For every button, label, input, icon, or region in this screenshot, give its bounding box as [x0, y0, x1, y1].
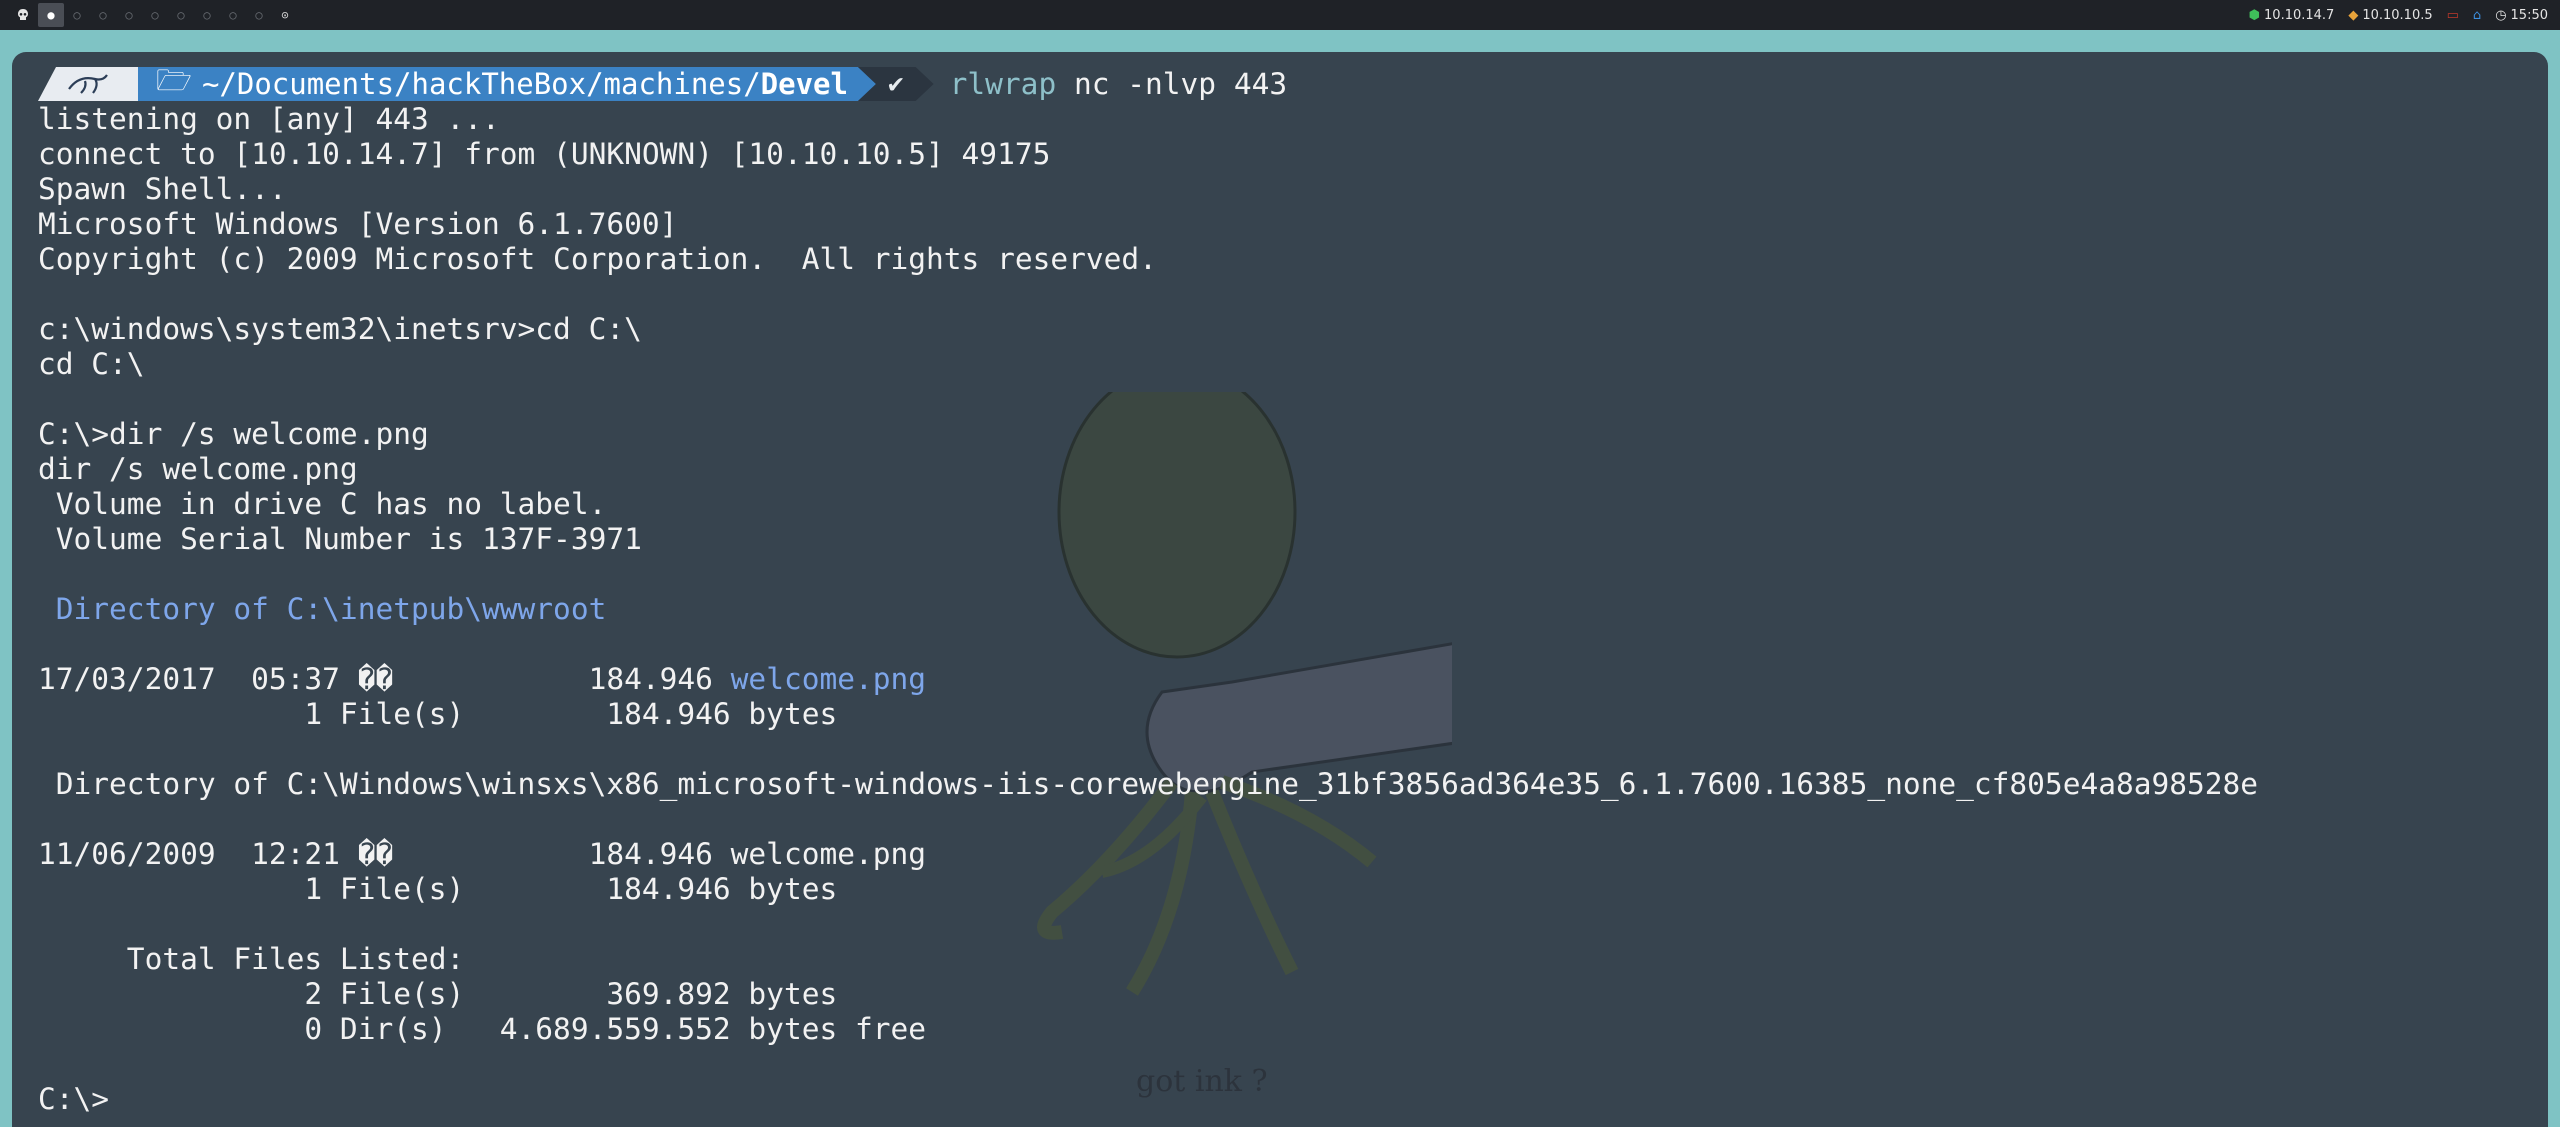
terminal-line-text: connect to [10.10.14.7] from (UNKNOWN) [… — [38, 137, 1051, 171]
vpn-ip-indicator[interactable]: ⬢ 10.10.14.7 — [2249, 8, 2335, 23]
shell-prompt: 🗁 ~/Documents/hackTheBox/machines/Devel … — [38, 66, 2258, 102]
status-area: ⬢ 10.10.14.7 ◆ 10.10.10.5 ▭ ⌂ ◷ 15:50 — [2249, 8, 2548, 23]
terminal-line-text: Microsoft Windows [Version 6.1.7600] — [38, 207, 678, 241]
terminal-line: Total Files Listed: — [38, 942, 2258, 977]
workspace-1[interactable]: ● — [38, 3, 64, 27]
terminal-window[interactable]: got ink ? 🗁 ~/Documents/hackTheBox/machi… — [12, 52, 2548, 1127]
top-panel: ● ○ ○ ○ ○ ○ ○ ○ ○ ⊙ ⬢ 10.10.14.7 ◆ 10.10.10.5 ▭ ⌂… — [0, 0, 2560, 30]
workspace-10[interactable]: ⊙ — [272, 3, 298, 27]
terminal-line-text: Volume Serial Number is 137F-3971 — [38, 522, 642, 556]
terminal-line-text: listening on [any] 443 ... — [38, 102, 500, 136]
terminal-line: 2 File(s) 369.892 bytes — [38, 977, 2258, 1012]
terminal-line-text: dir /s welcome.png — [38, 452, 358, 486]
terminal-line-text: 1 File(s) 184.946 bytes — [38, 872, 838, 906]
terminal-line: 17/03/2017 05:37 �� 184.946 welcome.png — [38, 662, 2258, 697]
clock-icon: ◷ — [2495, 7, 2507, 23]
terminal-line: cd C:\ — [38, 347, 2258, 382]
terminal-line-text: 11/06/2009 12:21 �� 184.946 welcome.png — [38, 837, 927, 871]
workspace-8[interactable]: ○ — [220, 3, 246, 27]
prompt-path-prefix: ~/Documents/hackTheBox/machines/ — [201, 67, 761, 101]
terminal-line-text: 1 File(s) 184.946 bytes — [38, 697, 838, 731]
terminal-line: C:\>dir /s welcome.png — [38, 417, 2258, 452]
off-dot-icon: ▭ — [2446, 7, 2459, 23]
workspace-4[interactable]: ○ — [116, 3, 142, 27]
terminal-line: Copyright (c) 2009 Microsoft Corporation… — [38, 242, 2258, 277]
checkmark-icon: ✔ — [887, 69, 904, 99]
terminal-line-text: 0 Dir(s) 4.689.559.552 bytes free — [38, 1012, 927, 1046]
terminal-line-text: Copyright (c) 2009 Microsoft Corporation… — [38, 242, 1157, 276]
workspace-3[interactable]: ○ — [90, 3, 116, 27]
command-program: rlwrap — [949, 67, 1057, 101]
terminal-line: 0 Dir(s) 4.689.559.552 bytes free — [38, 1012, 2258, 1047]
prompt-path-dir: Devel — [760, 67, 848, 101]
prompt-command: rlwrap nc -nlvp 443 — [950, 67, 1287, 101]
terminal-line: Volume Serial Number is 137F-3971 — [38, 522, 2258, 557]
terminal-line-text: Spawn Shell... — [38, 172, 287, 206]
terminal-line-text: 2 File(s) 369.892 bytes — [38, 977, 838, 1011]
workspace-9[interactable]: ○ — [246, 3, 272, 27]
terminal-line: Directory of C:\Windows\winsxs\x86_micro… — [38, 767, 2258, 802]
terminal-line: C:\> — [38, 1082, 2258, 1117]
terminal-line: c:\windows\system32\inetsrv>cd C:\ — [38, 312, 2258, 347]
terminal-line: 11/06/2009 12:21 �� 184.946 welcome.png — [38, 837, 2258, 872]
output-lines: listening on [any] 443 ... connect to [10… — [38, 102, 2258, 1117]
workspace-7[interactable]: ○ — [194, 3, 220, 27]
vpn-ip: 10.10.14.7 — [2264, 7, 2335, 23]
terminal-line-filename: welcome.png — [730, 662, 927, 696]
terminal-line-text: Volume in drive C has no label. — [38, 487, 607, 521]
terminal-line-text: C:\>dir /s welcome.png — [38, 417, 429, 451]
prompt-path-segment: 🗁 ~/Documents/hackTheBox/machines/Devel — [138, 67, 876, 101]
skull-menu-icon[interactable] — [14, 6, 32, 24]
terminal-line: 1 File(s) 184.946 bytes — [38, 872, 2258, 907]
terminal-line: listening on [any] 443 ... — [38, 102, 2258, 137]
terminal-line-text: Directory of C:\Windows\winsxs\x86_micro… — [38, 767, 2259, 801]
terminal-line-text: 17/03/2017 05:37 �� 184.946 — [38, 662, 731, 696]
terminal-line-text: cd C:\ — [38, 347, 145, 381]
workspace-switcher: ● ○ ○ ○ ○ ○ ○ ○ ○ ⊙ — [14, 3, 298, 27]
target-ip-indicator[interactable]: ◆ 10.10.10.5 — [2348, 8, 2432, 23]
workspace-6[interactable]: ○ — [168, 3, 194, 27]
terminal-line-text: Total Files Listed: — [38, 942, 465, 976]
kali-dragon-icon — [38, 67, 138, 101]
terminal-line-text: c:\windows\system32\inetsrv>cd C:\ — [38, 312, 642, 346]
workspace-5[interactable]: ○ — [142, 3, 168, 27]
home-indicator[interactable]: ⌂ — [2473, 8, 2481, 23]
power-indicator[interactable]: ▭ — [2447, 8, 2459, 23]
home-icon: ⌂ — [2472, 7, 2482, 23]
terminal-line: dir /s welcome.png — [38, 452, 2258, 487]
clock[interactable]: ◷ 15:50 — [2495, 8, 2548, 23]
terminal-output: 🗁 ~/Documents/hackTheBox/machines/Devel … — [38, 66, 2258, 1117]
terminal-line-text: Directory of C:\inetpub\wwwroot — [38, 592, 607, 626]
terminal-line: Directory of C:\inetpub\wwwroot — [38, 592, 2258, 627]
terminal-line: Volume in drive C has no label. — [38, 487, 2258, 522]
terminal-line: Microsoft Windows [Version 6.1.7600] — [38, 207, 2258, 242]
terminal-line: Spawn Shell... — [38, 172, 2258, 207]
terminal-line: 1 File(s) 184.946 bytes — [38, 697, 2258, 732]
workspace-2[interactable]: ○ — [64, 3, 90, 27]
terminal-line-text: C:\> — [38, 1082, 110, 1116]
terminal-line: connect to [10.10.14.7] from (UNKNOWN) [… — [38, 137, 2258, 172]
target-diamond-icon: ◆ — [2348, 7, 2359, 23]
command-args: nc -nlvp 443 — [1056, 67, 1288, 101]
clock-time: 15:50 — [2510, 7, 2548, 23]
target-ip: 10.10.10.5 — [2362, 7, 2433, 23]
network-cube-icon: ⬢ — [2248, 7, 2261, 23]
